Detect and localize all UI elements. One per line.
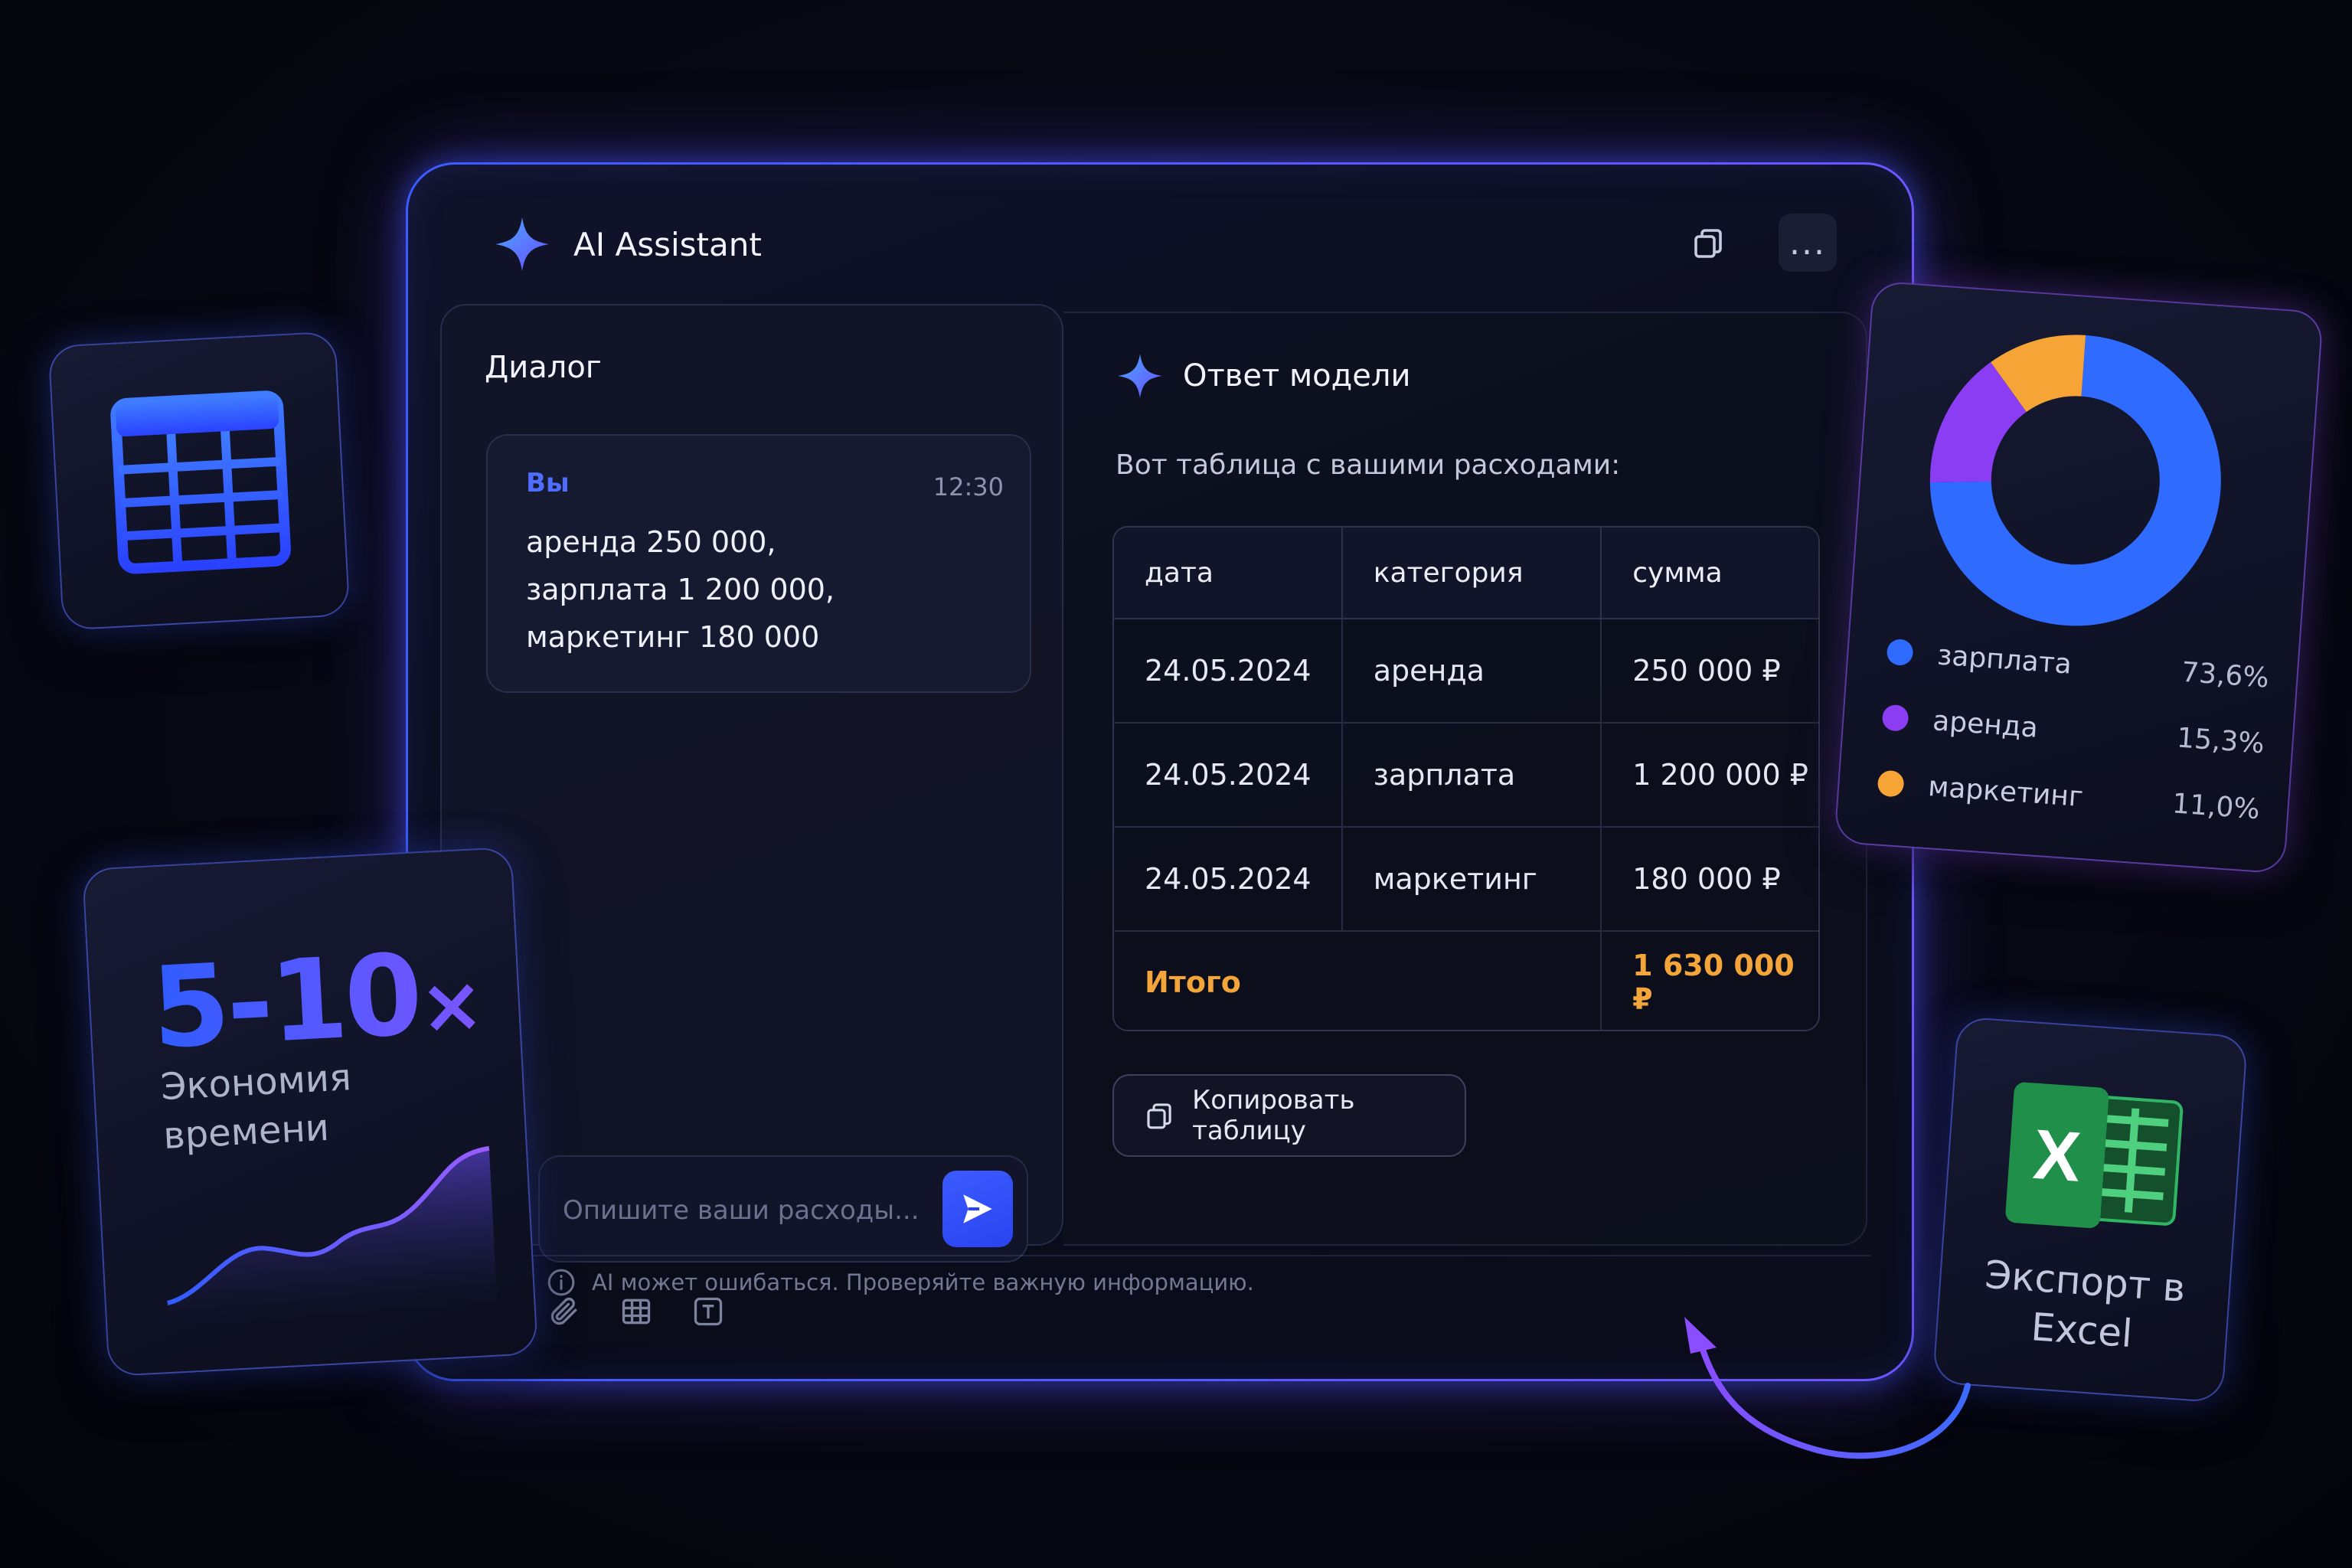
message-line: аренда 250 000,: [526, 525, 776, 559]
response-title: Ответ модели: [1183, 358, 1411, 394]
sparkle-icon: [1118, 354, 1162, 398]
copy-table-button[interactable]: Копировать таблицу: [1112, 1074, 1466, 1157]
expense-share-card: зарплата 73,6% аренда 15,3% маркетинг 11…: [1834, 280, 2324, 874]
dialog-panel: Диалог Вы 12:30 аренда 250 000, зарплата…: [440, 304, 1063, 1326]
copy-icon: [1694, 229, 1722, 258]
disclaimer-text: AI может ошибаться. Проверяйте важную ин…: [592, 1269, 1254, 1295]
cell-date: 24.05.2024: [1114, 724, 1343, 826]
message-author: Вы: [526, 468, 570, 498]
response-header: Ответ модели: [1116, 351, 1410, 400]
copy-table-label: Копировать таблицу: [1192, 1085, 1355, 1146]
footer: AI может ошибаться. Проверяйте важную ин…: [546, 1267, 1254, 1298]
copy-icon: [1147, 1103, 1171, 1129]
window-header: AI Assistant: [492, 206, 762, 283]
table-icon: [622, 1298, 651, 1325]
user-message: Вы 12:30 аренда 250 000, зарплата 1 200 …: [486, 434, 1031, 693]
response-intro: Вот таблица с вашими расходами:: [1116, 449, 1621, 481]
expenses-table: дата категория сумма 24.05.2024 аренда 2…: [1112, 526, 1820, 1031]
cell-amount: 180 000 ₽: [1632, 862, 1781, 896]
legend-item: аренда 15,3%: [1881, 694, 2266, 767]
table-row: 24.05.2024 зарплата 1 200 000 ₽: [1114, 724, 1818, 828]
send-button[interactable]: [942, 1171, 1013, 1247]
more-icon: ...: [1789, 223, 1826, 263]
legend-name: аренда: [1932, 704, 2040, 744]
excel-icon: X: [2005, 1082, 2184, 1228]
legend-value: 15,3%: [2175, 722, 2265, 760]
response-panel: Ответ модели Вот таблица с вашими расход…: [1063, 312, 1867, 1246]
composer-tools: [546, 1293, 727, 1330]
message-time: 12:30: [933, 472, 1004, 501]
excel-badge-letter: X: [2031, 1116, 2083, 1197]
assistant-window: AI Assistant ... Диалог Вы 12:30 аренда …: [406, 162, 1914, 1381]
legend-name: маркетинг: [1927, 770, 2085, 813]
header-category: категория: [1343, 528, 1602, 618]
text-icon: [694, 1297, 723, 1326]
copy-window-button[interactable]: [1679, 214, 1737, 272]
more-button[interactable]: ...: [1779, 214, 1837, 272]
growth-chart-graphic: [167, 1145, 498, 1327]
send-icon: [963, 1194, 992, 1223]
footer-divider: [515, 1255, 1870, 1256]
cell-amount: 1 200 000 ₽: [1632, 758, 1808, 792]
table-row: 24.05.2024 аренда 250 000 ₽: [1114, 619, 1818, 724]
spreadsheet-icon: [110, 390, 291, 574]
donut-chart: [1929, 335, 2221, 626]
insert-table-button[interactable]: [618, 1293, 655, 1330]
legend-dot: [1877, 769, 1905, 798]
cell-category: маркетинг: [1343, 828, 1602, 930]
sparkle-icon: [495, 217, 550, 272]
cell-category: аренда: [1343, 619, 1602, 722]
legend-name: зарплата: [1936, 639, 2073, 681]
header-date: дата: [1114, 528, 1343, 618]
info-icon: [547, 1269, 575, 1296]
legend-item: маркетинг 11,0%: [1877, 760, 2262, 832]
app-title: AI Assistant: [573, 225, 762, 263]
table-header-row: дата категория сумма: [1114, 528, 1818, 619]
speed-suffix: ×: [417, 959, 484, 1052]
legend-dot: [1881, 704, 1909, 732]
cell-amount: 250 000 ₽: [1632, 654, 1781, 688]
time-saving-card: 5-10× Экономия времени: [82, 846, 538, 1377]
expenses-input[interactable]: [563, 1186, 930, 1235]
message-composer: [538, 1155, 1028, 1263]
legend-value: 73,6%: [2180, 656, 2270, 694]
cell-date: 24.05.2024: [1114, 828, 1343, 930]
donut-slice-1: [1929, 361, 2027, 483]
curved-arrow-graphic: [1684, 1317, 1971, 1459]
message-text: аренда 250 000, зарплата 1 200 000, марк…: [526, 518, 835, 661]
total-label: Итого: [1114, 932, 1602, 1030]
table-row: 24.05.2024 маркетинг 180 000 ₽: [1114, 828, 1818, 932]
cell-category: зарплата: [1343, 724, 1602, 826]
message-line: зарплата 1 200 000,: [526, 573, 835, 606]
header-amount: сумма: [1632, 557, 1723, 589]
insert-text-button[interactable]: [690, 1293, 727, 1330]
message-line: маркетинг 180 000: [526, 620, 820, 654]
table-feature-card: [47, 331, 351, 631]
legend-dot: [1886, 638, 1914, 667]
donut-slice-2: [1991, 335, 2086, 413]
legend-value: 11,0%: [2171, 787, 2261, 825]
dialog-title: Диалог: [485, 350, 602, 385]
attach-button[interactable]: [546, 1293, 583, 1330]
table-total-row: Итого 1 630 000 ₽: [1114, 932, 1818, 1030]
total-value: 1 630 000 ₽: [1632, 949, 1795, 1016]
cell-date: 24.05.2024: [1114, 619, 1343, 722]
paperclip-icon: [550, 1297, 577, 1325]
